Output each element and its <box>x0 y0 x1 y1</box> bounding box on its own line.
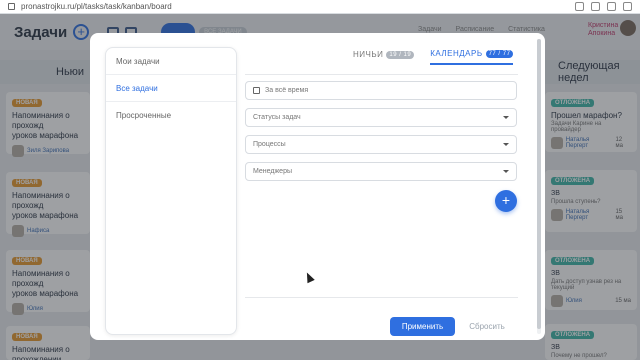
url-text[interactable]: pronastrojku.ru/pl/tasks/task/kanban/boa… <box>21 2 172 11</box>
sidebar-item-all-tasks[interactable]: Все задачи <box>106 75 236 102</box>
chevron-down-icon <box>503 170 509 173</box>
extension-icon[interactable] <box>607 2 616 11</box>
filter-sidebar: Мои задачи Все задачи Просроченные <box>105 47 237 335</box>
tabs-divider <box>245 74 518 75</box>
lock-icon <box>8 3 15 10</box>
share-icon[interactable] <box>575 2 584 11</box>
filter-modal: Мои задачи Все задачи Просроченные НИЧЬИ… <box>90 33 545 340</box>
status-select[interactable]: Статусы задач <box>245 108 517 127</box>
chevron-down-icon <box>503 116 509 119</box>
profile-icon[interactable] <box>623 2 632 11</box>
plus-icon: + <box>501 192 511 208</box>
count-badge: 19 / 19 <box>386 50 415 59</box>
tab-nobody[interactable]: НИЧЬИ 19 / 19 <box>353 49 415 65</box>
star-icon[interactable] <box>591 2 600 11</box>
chevron-down-icon <box>503 143 509 146</box>
browser-address-bar[interactable]: pronastrojku.ru/pl/tasks/task/kanban/boa… <box>0 0 640 14</box>
period-field[interactable]: За всё время <box>245 81 517 100</box>
apply-button[interactable]: Применить <box>390 317 455 336</box>
sidebar-item-overdue[interactable]: Просроченные <box>106 102 236 129</box>
modal-tabs: НИЧЬИ 19 / 19 КАЛЕНДАРЬ 77 / 77 <box>353 49 514 65</box>
tab-calendar[interactable]: КАЛЕНДАРЬ 77 / 77 <box>430 49 514 65</box>
sidebar-item-my-tasks[interactable]: Мои задачи <box>106 48 236 75</box>
count-badge: 77 / 77 <box>485 49 514 58</box>
calendar-icon <box>253 87 260 94</box>
process-select[interactable]: Процессы <box>245 135 517 154</box>
footer-divider <box>245 297 518 298</box>
manager-select[interactable]: Менеджеры <box>245 162 517 181</box>
add-filter-button[interactable]: + <box>495 190 517 212</box>
reset-button[interactable]: Сбросить <box>462 317 512 336</box>
scrollbar-thumb[interactable] <box>537 39 541 329</box>
